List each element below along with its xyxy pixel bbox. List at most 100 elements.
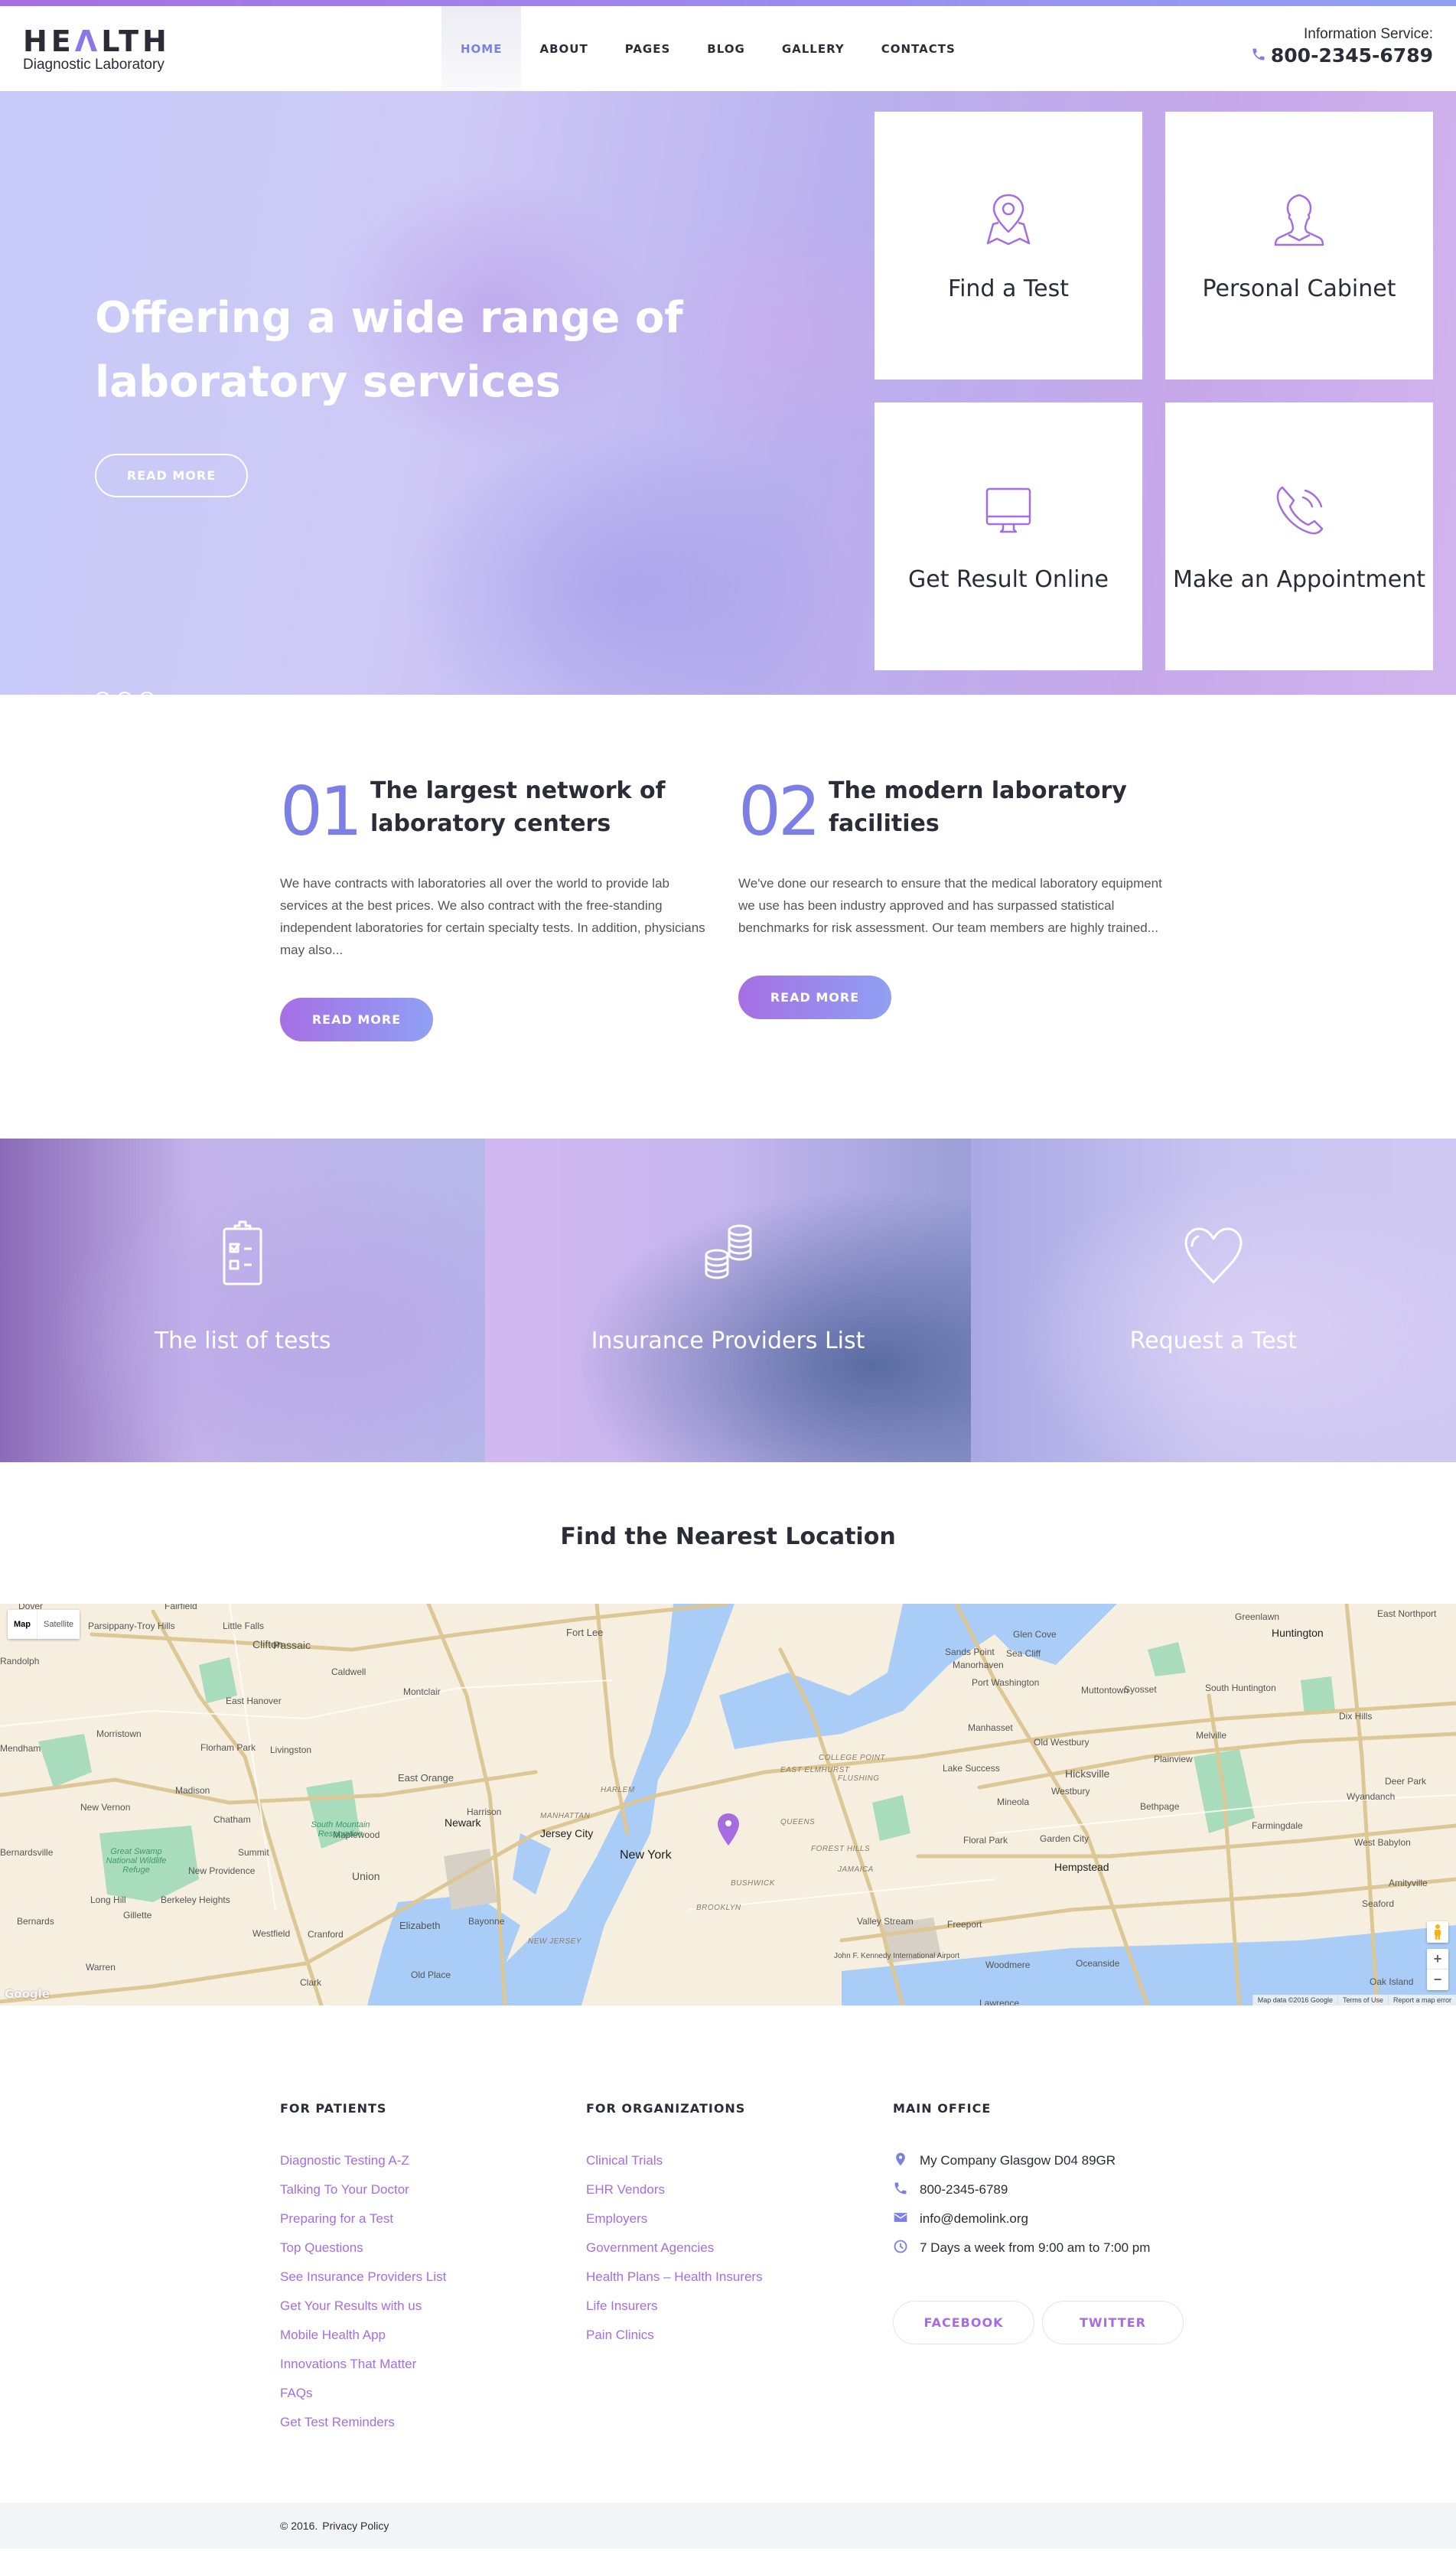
info-phone[interactable]: 800-2345-6789 xyxy=(1251,44,1433,67)
tile-make-appointment[interactable]: Make an Appointment xyxy=(1165,402,1433,670)
map-label: Chatham xyxy=(213,1814,251,1825)
clock-icon xyxy=(893,2239,920,2258)
map-district-label: HARLEM xyxy=(601,1786,635,1794)
copyright-text: © 2016. xyxy=(280,2520,318,2532)
tile-label: Find a Test xyxy=(948,275,1069,302)
footer-link[interactable]: Preparing for a Test xyxy=(280,2204,446,2233)
map-label: New Vernon xyxy=(80,1802,131,1813)
logo-title: HEΛLTH xyxy=(23,24,171,58)
map-label: Oceanside xyxy=(1076,1958,1120,1969)
office-email[interactable]: info@demolink.org xyxy=(893,2204,1184,2233)
footer-link[interactable]: Innovations That Matter xyxy=(280,2350,446,2379)
map-label: Greenlawn xyxy=(1235,1611,1280,1622)
map-type-control: Map Satellite xyxy=(8,1610,80,1639)
footer-link[interactable]: FAQs xyxy=(280,2379,446,2408)
nav-pages[interactable]: PAGES xyxy=(607,6,689,91)
monitor-icon xyxy=(970,477,1047,557)
map-label: Melville xyxy=(1196,1730,1227,1741)
footer-link[interactable]: Diagnostic Testing A-Z xyxy=(280,2146,446,2175)
map-pin-icon xyxy=(970,186,1047,266)
map-label: New Providence xyxy=(188,1865,256,1876)
tile-get-result-online[interactable]: Get Result Online xyxy=(875,402,1142,670)
footer-link[interactable]: Government Agencies xyxy=(586,2233,763,2263)
feature-title: The modern laboratory facilities xyxy=(828,777,1127,837)
service-insurance-providers[interactable]: Insurance Providers List xyxy=(485,1139,971,1462)
footer-column-title: FOR ORGANIZATIONS xyxy=(586,2101,746,2116)
nav-about[interactable]: ABOUT xyxy=(521,6,606,91)
map-label: Garden City xyxy=(1040,1833,1090,1844)
footer-link[interactable]: Clinical Trials xyxy=(586,2146,763,2175)
feature-title: The largest network of laboratory center… xyxy=(370,777,666,837)
map-city-label: Huntington xyxy=(1272,1627,1324,1639)
footer-link[interactable]: Get Your Results with us xyxy=(280,2292,446,2321)
feature-1-read-more-button[interactable]: READ MORE xyxy=(280,998,433,1041)
twitter-button[interactable]: TWITTER xyxy=(1042,2301,1184,2344)
map-label: Summit xyxy=(238,1847,269,1858)
map-label: Union xyxy=(352,1870,380,1882)
services-section: The list of tests Insurance Providers Li… xyxy=(0,1139,1456,1462)
map-label: Passaic xyxy=(273,1639,311,1651)
tile-label: Get Result Online xyxy=(907,566,1109,593)
service-list-of-tests[interactable]: The list of tests xyxy=(0,1139,486,1462)
nav-contacts[interactable]: CONTACTS xyxy=(863,6,974,91)
footer-link[interactable]: EHR Vendors xyxy=(586,2175,763,2204)
zoom-in-button[interactable]: + xyxy=(1427,1949,1448,1969)
map-report-error-link[interactable]: Report a map error xyxy=(1387,1995,1456,2005)
phone-call-icon xyxy=(1261,477,1337,557)
footer-link[interactable]: Top Questions xyxy=(280,2233,446,2263)
map-label: Woodmere xyxy=(985,1960,1031,1970)
map-label: Berkeley Heights xyxy=(161,1895,230,1905)
service-request-a-test[interactable]: Request a Test xyxy=(970,1139,1456,1462)
features-section: 01 The largest network of laboratory cen… xyxy=(0,695,1456,1139)
top-accent-bar xyxy=(0,0,1456,6)
map-terms-link[interactable]: Terms of Use xyxy=(1337,1995,1388,2005)
footer-link[interactable]: Talking To Your Doctor xyxy=(280,2175,446,2204)
feature-2-read-more-button[interactable]: READ MORE xyxy=(738,976,891,1019)
map-label: Muttontown xyxy=(1081,1685,1129,1696)
map-park-label: Great Swamp National Wildlife Refuge xyxy=(106,1847,167,1875)
location-pin-icon xyxy=(893,2152,920,2171)
nav-gallery[interactable]: GALLERY xyxy=(764,6,863,91)
map-label: Glen Cove xyxy=(1013,1629,1057,1640)
map-district-label: MANHATTAN xyxy=(540,1812,591,1820)
map-label: Bayonne xyxy=(468,1916,505,1927)
map-type-map-button[interactable]: Map xyxy=(8,1610,37,1639)
footer-link[interactable]: Pain Clinics xyxy=(586,2321,763,2350)
tile-personal-cabinet[interactable]: Personal Cabinet xyxy=(1165,112,1433,380)
feature-2: 02 The modern laboratory facilities We'v… xyxy=(738,777,1167,1019)
map-label: Long Hill xyxy=(90,1895,126,1905)
hero-slider: Offering a wide range of laboratory serv… xyxy=(0,91,1456,695)
feature-number: 01 xyxy=(280,772,363,851)
map-label: Westfield xyxy=(252,1928,291,1939)
footer-link[interactable]: Health Plans – Health Insurers xyxy=(586,2263,763,2292)
tile-find-a-test[interactable]: Find a Test xyxy=(875,112,1142,380)
phone-icon xyxy=(893,2181,920,2200)
hero-read-more-button[interactable]: READ MORE xyxy=(95,454,248,497)
footer-office-column: MAIN OFFICE My Company Glasgow D04 89GR … xyxy=(893,2101,1184,2344)
footer-patients-column: FOR PATIENTS Diagnostic Testing A-Z Talk… xyxy=(280,2101,446,2437)
nav-home[interactable]: HOME xyxy=(441,6,522,91)
nav-blog[interactable]: BLOG xyxy=(689,6,764,91)
map-district-label: COLLEGE POINT xyxy=(819,1754,886,1762)
google-map[interactable]: Dover Parsippany-Troy Hills Fairfield Li… xyxy=(0,1604,1456,2005)
facebook-button[interactable]: FACEBOOK xyxy=(893,2301,1034,2344)
street-view-pegman-icon[interactable] xyxy=(1427,1921,1448,1943)
map-label: Seaford xyxy=(1362,1898,1395,1909)
footer-link[interactable]: See Insurance Providers List xyxy=(280,2263,446,2292)
map-type-satellite-button[interactable]: Satellite xyxy=(37,1610,80,1639)
office-phone[interactable]: 800-2345-6789 xyxy=(893,2175,1184,2204)
footer-link[interactable]: Get Test Reminders xyxy=(280,2408,446,2437)
privacy-policy-link[interactable]: Privacy Policy xyxy=(322,2520,389,2532)
map-label: Lawrence xyxy=(979,1998,1020,2005)
map-label: East Northport xyxy=(1377,1608,1437,1619)
info-phone-number: 800-2345-6789 xyxy=(1270,44,1433,67)
footer-link[interactable]: Employers xyxy=(586,2204,763,2233)
footer-link[interactable]: Mobile Health App xyxy=(280,2321,446,2350)
map-label: Bethpage xyxy=(1140,1801,1180,1812)
zoom-out-button[interactable]: − xyxy=(1427,1969,1448,1990)
feature-1: 01 The largest network of laboratory cen… xyxy=(280,772,708,1041)
footer-link[interactable]: Life Insurers xyxy=(586,2292,763,2321)
logo[interactable]: HEΛLTH Diagnostic Laboratory xyxy=(23,26,171,73)
map-label: Fairfield xyxy=(164,1604,197,1611)
map-label: Little Falls xyxy=(223,1621,265,1631)
